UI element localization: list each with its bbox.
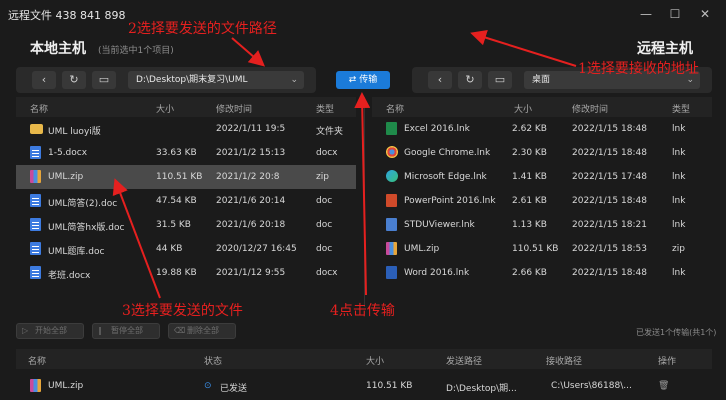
annotation-arrows <box>112 29 577 299</box>
arrow-to-remote-path <box>470 29 577 67</box>
arrow-to-local-path <box>231 37 266 67</box>
arrow-to-selected-file <box>112 178 161 299</box>
arrow-to-transfer-button <box>354 92 371 296</box>
